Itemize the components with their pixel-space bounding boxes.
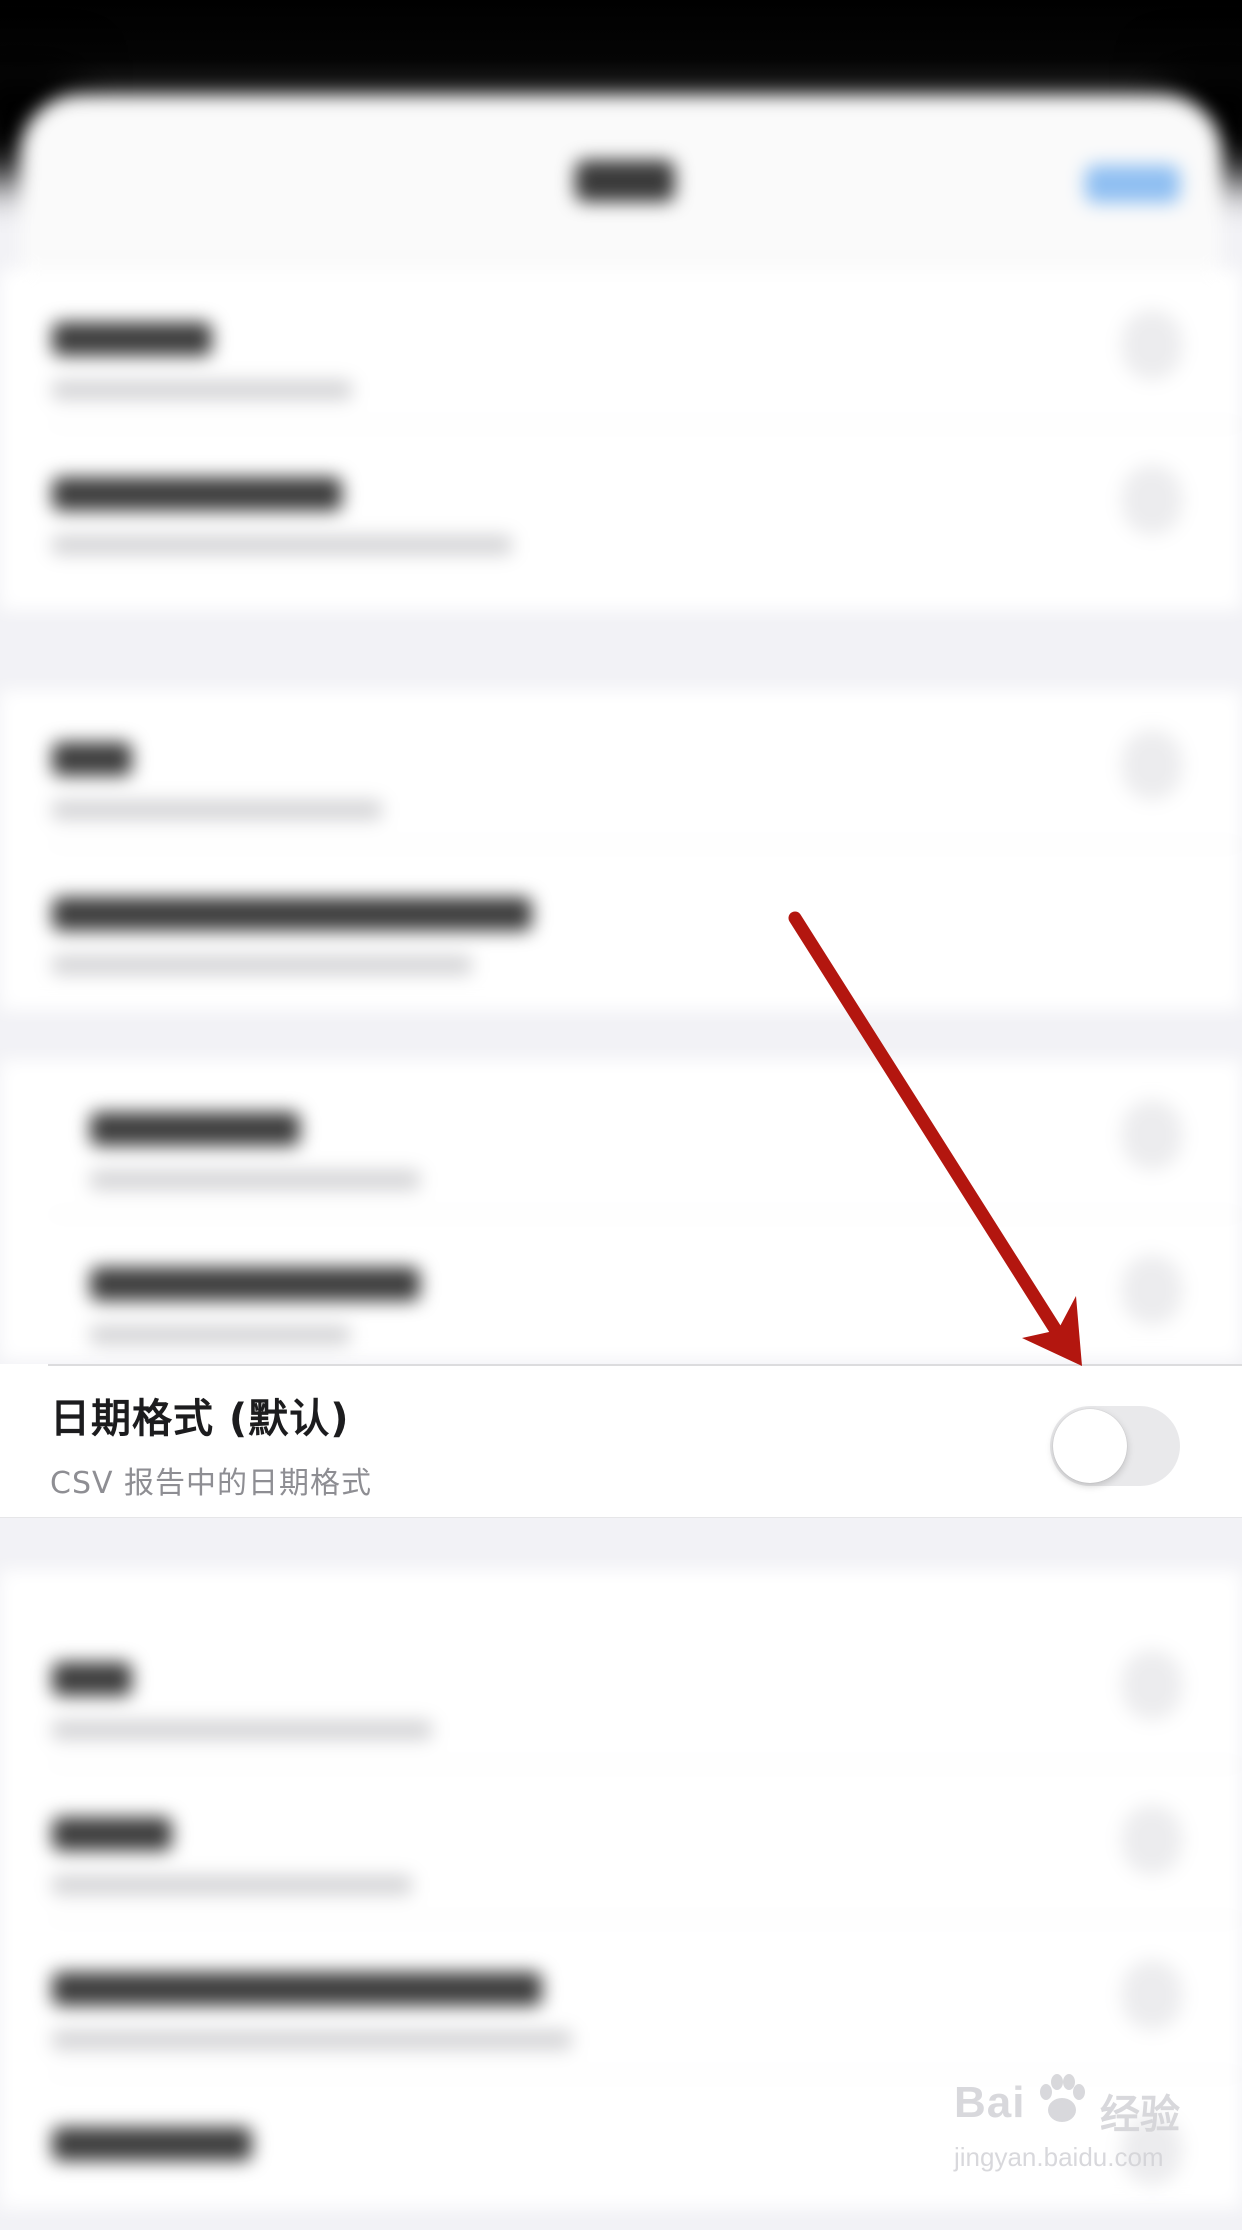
blurred-group-3 [0, 1060, 1242, 1360]
blurred-nav-title [575, 160, 675, 202]
blurred-row [0, 270, 1242, 425]
blurred-row [0, 1765, 1242, 1920]
toggle-knob [1053, 1409, 1127, 1483]
blurred-row [0, 1920, 1242, 2075]
setting-title: 日期格式 (默认) [50, 1396, 350, 1442]
date-format-toggle[interactable] [1050, 1406, 1180, 1486]
row-divider-top [48, 1364, 1242, 1366]
setting-subtitle: CSV 报告中的日期格式 [50, 1466, 373, 1501]
blurred-group-1 [0, 270, 1242, 610]
blurred-row [0, 1610, 1242, 1765]
blurred-group-2 [0, 690, 1242, 1010]
watermark-url: jingyan.baidu.com [954, 2142, 1164, 2172]
blurred-row [0, 425, 1242, 580]
date-format-setting-row: 日期格式 (默认) CSV 报告中的日期格式 [0, 1364, 1242, 1518]
watermark-brand: Bai [954, 2078, 1026, 2127]
row-divider-bottom [0, 1517, 1242, 1518]
blurred-row [0, 1060, 1242, 1215]
baidu-watermark: Bai 经验 jingyan.baidu.com [950, 2070, 1230, 2190]
blurred-nav-action [1085, 165, 1180, 203]
baidu-paw-icon [1040, 2074, 1085, 2122]
blurred-row [0, 845, 1242, 1000]
blurred-row [0, 690, 1242, 845]
blurred-row [0, 1215, 1242, 1370]
blurred-settings-background [0, 0, 1242, 2208]
watermark-brand-cn: 经验 [1100, 2092, 1180, 2138]
